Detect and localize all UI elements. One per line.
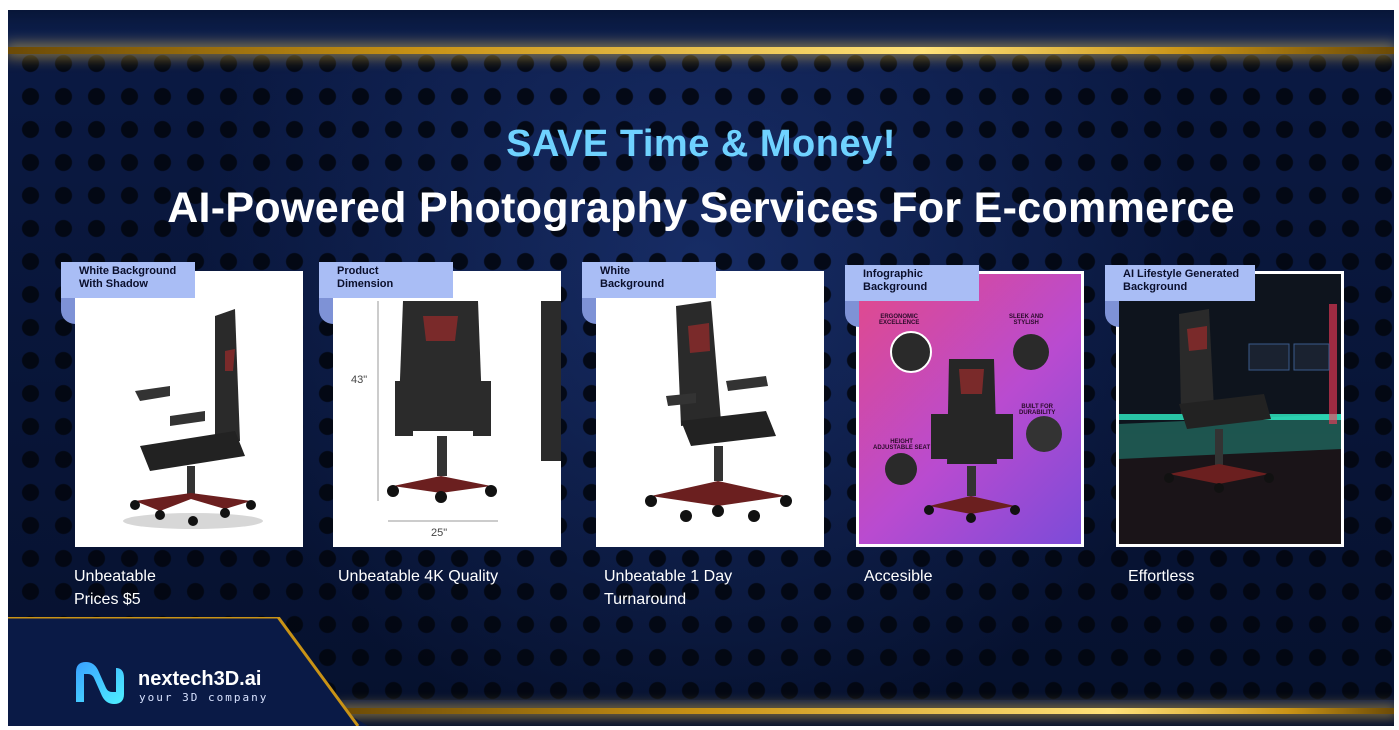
gold-line-bottom [338, 708, 1394, 714]
chair-photo [333, 271, 561, 547]
card-caption: Unbeatable Prices $5 [74, 568, 156, 608]
ad-banner: SAVE Time & Money! AI-Powered Photograph… [8, 10, 1394, 726]
card-tag: Product Dimension [319, 262, 453, 324]
card-caption: Unbeatable 4K Quality [338, 568, 499, 585]
nextech-logo-icon [76, 662, 124, 704]
office-chair-image [645, 301, 792, 522]
card-product-dimension: Product Dimension 43" 25" [319, 262, 561, 547]
card-white-background-shadow: White Background With Shadow [61, 262, 303, 547]
card-caption: Effortless [1128, 568, 1195, 585]
card-tag: AI Lifestyle Generated Background [1105, 265, 1255, 327]
gold-line-top [8, 47, 1394, 54]
headline-save: SAVE Time & Money! [506, 123, 896, 165]
card-white-background: White Background [582, 262, 824, 547]
feature-label: SLEEK AND STYLISH [1009, 314, 1044, 326]
card-tag: White Background [582, 262, 716, 324]
card-infographic-background: ERGONOMIC EXCELLENCE SLEEK AND STYLISH B… [845, 265, 1084, 547]
card-tag: Infographic Background [845, 265, 979, 327]
top-bar [8, 10, 1394, 50]
office-chair-image [123, 309, 263, 529]
logo-tagline: your 3D company [139, 691, 269, 704]
logo-name: nextech3D.ai [138, 668, 262, 690]
chair-photo [75, 271, 303, 547]
chair-photo [1119, 274, 1341, 544]
card-tag: White Background With Shadow [61, 262, 195, 324]
card-ai-lifestyle-background: AI Lifestyle Generated Background [1105, 265, 1344, 547]
chair-photo [596, 271, 824, 547]
card-caption: Unbeatable 1 Day Turnaround [604, 568, 733, 608]
feature-label: HEIGHT ADJUSTABLE SEAT [873, 439, 931, 451]
card-caption: Accesible [864, 568, 933, 585]
office-chair-image [377, 301, 561, 522]
feature-label: BUILT FOR DURABILITY [1019, 404, 1056, 416]
dimension-width-label: 25" [431, 527, 448, 539]
feature-label: ERGONOMIC EXCELLENCE [879, 314, 920, 326]
dimension-height-label: 43" [351, 374, 368, 386]
office-chair-image [1119, 274, 1341, 544]
headline-main: AI-Powered Photography Services For E-co… [167, 184, 1235, 232]
